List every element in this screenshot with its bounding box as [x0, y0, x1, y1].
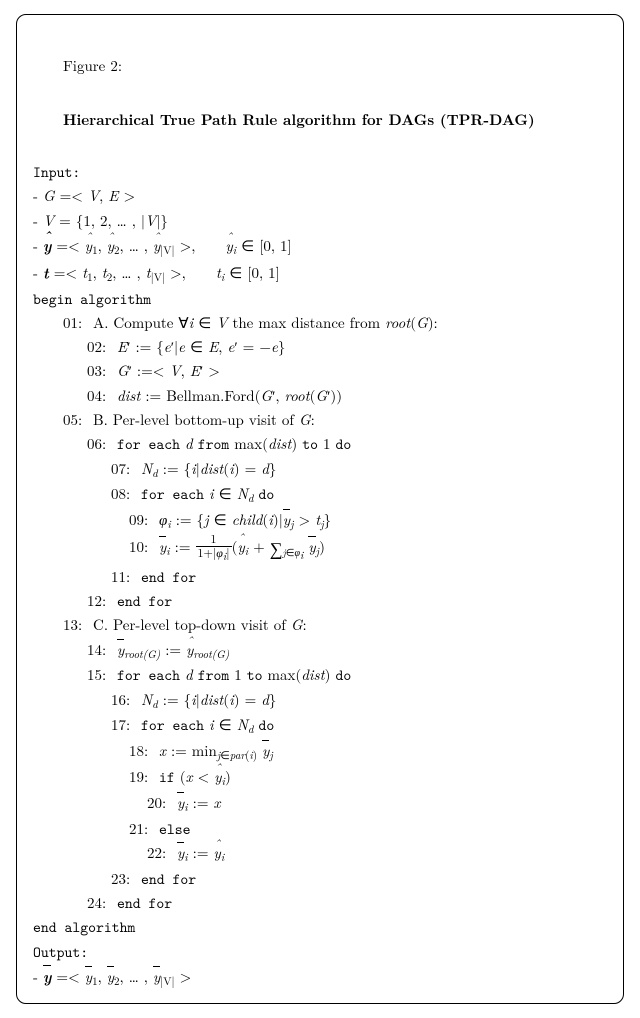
step-12: 12:end for — [33, 589, 607, 613]
step-09: 09:φi := {j ∈ child(i)|yj > tj} — [33, 508, 607, 534]
step-13: 13:C. Per-level top-down visit of G: — [33, 613, 607, 637]
step-17: 17:for each i ∈ Nd do — [33, 713, 607, 739]
step-20: 20:yi := x — [33, 791, 607, 817]
step-02: 02:E′ := {e′|e ∈ E, e′ = −e} — [33, 335, 607, 359]
step-23: 23:end for — [33, 867, 607, 891]
step-24: 24:end for — [33, 891, 607, 915]
step-03: 03:G′ :=< V, E′ > — [33, 359, 607, 383]
input-t: - t =< t1, t2, … , t|V| >, ti ∈ [0, 1] — [33, 260, 607, 287]
end-algorithm: end algorithm — [33, 915, 607, 939]
figure-label: Figure 2: — [63, 55, 122, 76]
figure-title: Hierarchical True Path Rule algorithm fo… — [63, 109, 535, 130]
begin-algorithm: begin algorithm — [33, 287, 607, 311]
output-header: Output: — [33, 940, 607, 964]
step-14: 14:yroot(G) := yroot(G) — [33, 638, 607, 664]
algorithm-frame: Figure 2: Hierarchical True Path Rule al… — [16, 14, 624, 1004]
output-ybar: - y =< y1, y2, … , y|V| > — [33, 964, 607, 991]
input-header: Input: — [33, 160, 607, 184]
input-V: - V = {1, 2, … , |V|} — [33, 209, 607, 233]
step-07: 07:Nd := {i|dist(i) = d} — [33, 457, 607, 483]
step-18: 18:x := minj∈par(i) yj — [33, 739, 607, 765]
step-15: 15:for each d from 1 to max(dist) do — [33, 663, 607, 687]
input-yhat: - y =< y1, y2, … , y|V| >, yi ∈ [0, 1] — [33, 233, 607, 260]
step-22: 22:yi := yi — [33, 841, 607, 867]
step-11: 11:end for — [33, 565, 607, 589]
step-08: 08:for each i ∈ Nd do — [33, 482, 607, 508]
step-06: 06:for each d from max(dist) to 1 do — [33, 432, 607, 456]
figure-title-line: Figure 2: Hierarchical True Path Rule al… — [33, 25, 607, 160]
step-19: 19:if (x < yi) — [33, 765, 607, 791]
step-21: 21:else — [33, 817, 607, 841]
step-10: 10:yi := 11+|φi|(yi + ∑j∈φi yj) — [33, 534, 607, 565]
input-G: - G =< V, E > — [33, 184, 607, 208]
step-04: 04:dist := Bellman.Ford(G′, root(G′)) — [33, 384, 607, 408]
step-01: 01:A. Compute ∀i ∈ V the max distance fr… — [33, 311, 607, 335]
step-16: 16:Nd := {i|dist(i) = d} — [33, 688, 607, 714]
page: Figure 2: Hierarchical True Path Rule al… — [0, 0, 640, 1018]
step-05: 05:B. Per-level bottom-up visit of G: — [33, 408, 607, 432]
